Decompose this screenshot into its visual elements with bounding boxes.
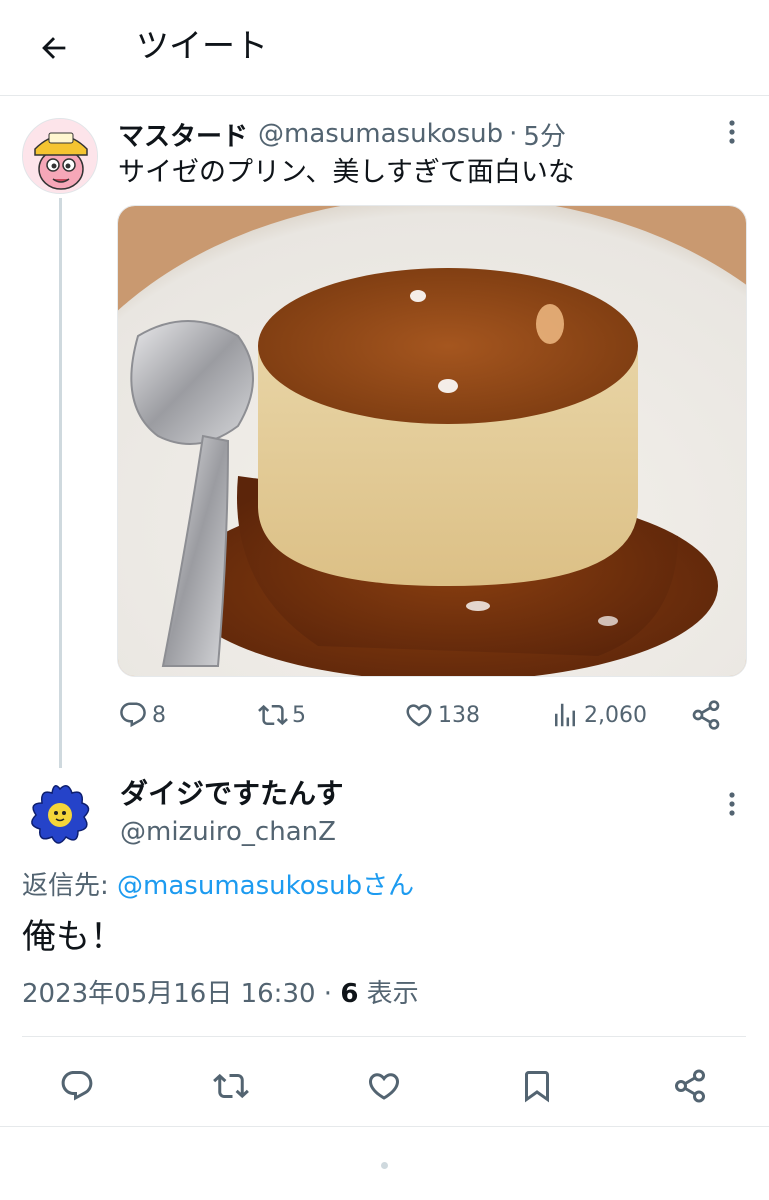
bookmark-button[interactable] [513, 1062, 561, 1110]
meta-separator: · [509, 119, 518, 149]
share-icon [675, 1069, 705, 1103]
heart-icon [368, 1073, 400, 1100]
divider [0, 1126, 769, 1127]
avatar-reply-author[interactable] [22, 777, 98, 853]
more-vertical-icon [729, 120, 735, 144]
tweet-timestamp[interactable]: 2023年05月16日 16:30 [22, 979, 316, 1009]
parent-tweet-text: サイゼのプリン、美しすぎて面白いな [118, 157, 575, 188]
analytics-icon [555, 703, 575, 727]
like-count: 138 [438, 702, 480, 728]
reply-author-name[interactable]: ダイジですたんす [120, 774, 343, 814]
parent-author-handle[interactable]: @masumasukosub [258, 119, 503, 149]
views-button[interactable]: 2,060 [550, 694, 647, 736]
bookmark-icon [525, 1071, 549, 1103]
blue-flower-avatar-icon [31, 785, 90, 844]
share-button[interactable] [666, 1062, 714, 1110]
divider [22, 1036, 746, 1037]
like-button[interactable] [360, 1062, 408, 1110]
views-count: 2,060 [584, 702, 647, 728]
retweet-button[interactable] [207, 1062, 255, 1110]
reply-button[interactable] [53, 1062, 101, 1110]
like-button[interactable]: 138 [404, 694, 480, 736]
heart-icon [406, 704, 432, 727]
retweet-icon [258, 704, 288, 726]
back-arrow-icon [42, 37, 66, 59]
thread-connector [59, 198, 62, 768]
avatar-parent-author[interactable] [22, 118, 98, 194]
reply-icon [120, 702, 146, 728]
retweet-count: 5 [292, 702, 306, 728]
reply-author-handle[interactable]: @mizuiro_chanZ [120, 812, 336, 852]
reply-count: 8 [152, 702, 166, 728]
more-vertical-icon [729, 792, 735, 816]
tweet-media-photo[interactable] [117, 205, 747, 677]
parent-author-name[interactable]: マスタード [118, 116, 248, 153]
tweet-timestamp-line: 2023年05月16日 16:30 · 6 表示 [22, 974, 419, 1014]
cartoon-character-avatar-icon [23, 119, 97, 193]
reply-tweet-text: 俺も！ [22, 917, 124, 957]
page-title: ツイート [136, 26, 268, 65]
parent-tweet-header: マスタード @masumasukosub · 5分 [118, 114, 566, 154]
replying-to-line: 返信先: @masumasukosubさん [22, 866, 414, 906]
reply-more-options-button[interactable] [717, 784, 747, 824]
retweet-button[interactable]: 5 [258, 694, 306, 736]
reply-icon [61, 1071, 93, 1101]
top-bar: ツイート [0, 0, 769, 96]
parent-tweet-time[interactable]: 5分 [523, 116, 566, 153]
pudding-photo-icon [118, 206, 746, 676]
reply-action-bar [0, 1056, 769, 1112]
meta-separator: · [315, 979, 341, 1009]
replying-to-mention-link[interactable]: @masumasukosubさん [117, 871, 414, 901]
loading-indicator [381, 1162, 388, 1169]
replying-to-label: 返信先: [22, 871, 118, 901]
views-label: 表示 [358, 979, 419, 1009]
share-button[interactable] [690, 694, 726, 736]
reply-views-count: 6 [340, 979, 359, 1009]
parent-more-options-button[interactable] [717, 112, 747, 152]
reply-button[interactable]: 8 [118, 694, 166, 736]
parent-action-bar: 8 5 138 2,060 [118, 694, 728, 736]
share-icon [692, 700, 720, 730]
back-button[interactable] [28, 22, 80, 74]
retweet-icon [213, 1073, 249, 1099]
